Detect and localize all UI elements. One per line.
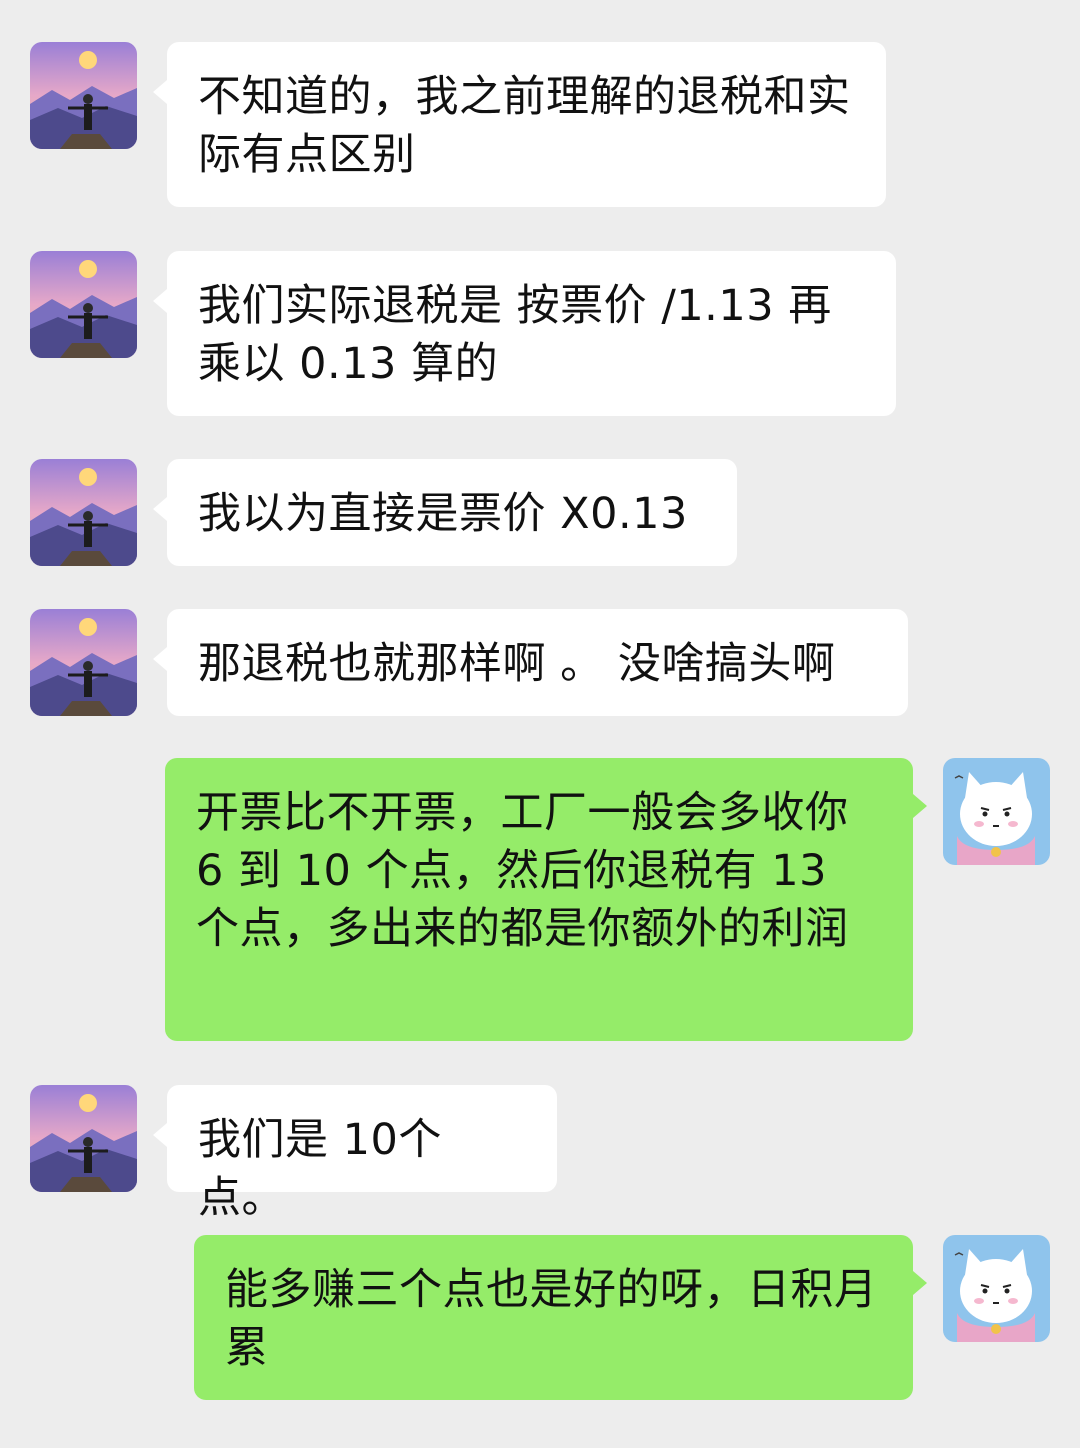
- message-bubble[interactable]: 开票比不开票，工厂一般会多收你 6 到 10 个点，然后你退税有 13 个点，多…: [165, 758, 927, 1041]
- mountain-person-icon: [30, 459, 137, 566]
- mountain-person-icon: [30, 1085, 137, 1192]
- message-bubble[interactable]: 我以为直接是票价 X0.13: [153, 459, 737, 566]
- cat-avatar[interactable]: [943, 1235, 1050, 1342]
- message-bubble[interactable]: 那退税也就那样啊 。 没啥搞头啊: [153, 609, 908, 716]
- mountain-person-icon: [30, 42, 137, 149]
- chat-area: 不知道的，我之前理解的退税和实际有点区别 我们实际退税是 按票价 /1.13 再…: [0, 0, 1080, 1448]
- message-text: 不知道的，我之前理解的退税和实际有点区别: [198, 72, 851, 180]
- message-bubble[interactable]: 能多赚三个点也是好的呀，日积月累: [194, 1235, 927, 1400]
- mountain-person-avatar[interactable]: [30, 609, 137, 716]
- message-bubble[interactable]: 我们实际退税是 按票价 /1.13 再乘以 0.13 算的: [153, 251, 896, 416]
- message-text: 那退税也就那样啊 。 没啥搞头啊: [198, 639, 836, 689]
- mountain-person-avatar[interactable]: [30, 459, 137, 566]
- message-text: 我们是 10个点。: [198, 1115, 442, 1223]
- message-text: 我们实际退税是 按票价 /1.13 再乘以 0.13 算的: [198, 281, 832, 389]
- mountain-person-avatar[interactable]: [30, 251, 137, 358]
- mountain-person-avatar[interactable]: [30, 42, 137, 149]
- message-text: 开票比不开票，工厂一般会多收你 6 到 10 个点，然后你退税有 13 个点，多…: [196, 788, 849, 954]
- cat-icon: [943, 758, 1050, 865]
- message-bubble[interactable]: 不知道的，我之前理解的退税和实际有点区别: [153, 42, 886, 207]
- cat-avatar[interactable]: [943, 758, 1050, 865]
- message-text: 能多赚三个点也是好的呀，日积月累: [225, 1265, 878, 1373]
- message-bubble[interactable]: 我们是 10个点。: [153, 1085, 557, 1223]
- mountain-person-icon: [30, 609, 137, 716]
- message-text: 我以为直接是票价 X0.13: [198, 489, 688, 539]
- mountain-person-avatar[interactable]: [30, 1085, 137, 1192]
- mountain-person-icon: [30, 251, 137, 358]
- cat-icon: [943, 1235, 1050, 1342]
